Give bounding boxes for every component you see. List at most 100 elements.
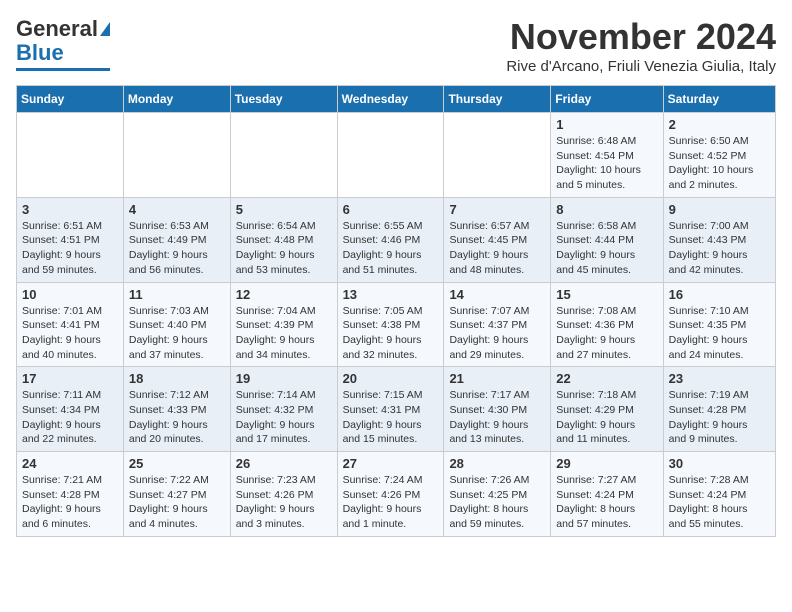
calendar-cell: 8Sunrise: 6:58 AM Sunset: 4:44 PM Daylig… <box>551 197 663 282</box>
title-block: November 2024 Rive d'Arcano, Friuli Vene… <box>506 16 776 75</box>
day-info: Sunrise: 7:27 AM Sunset: 4:24 PM Dayligh… <box>556 473 657 532</box>
calendar-cell <box>444 113 551 198</box>
calendar-cell: 2Sunrise: 6:50 AM Sunset: 4:52 PM Daylig… <box>663 113 775 198</box>
calendar-cell <box>230 113 337 198</box>
calendar-cell <box>17 113 124 198</box>
day-info: Sunrise: 7:17 AM Sunset: 4:30 PM Dayligh… <box>449 388 545 447</box>
day-number: 1 <box>556 117 657 132</box>
calendar-cell: 30 Sunrise: 7:28 AM Sunset: 4:24 PM Dayli… <box>663 452 775 537</box>
day-info: Sunrise: 7:11 AM Sunset: 4:34 PM Dayligh… <box>22 388 118 447</box>
calendar-cell: 13 Sunrise: 7:05 AM Sunset: 4:38 PM Dayli… <box>337 282 444 367</box>
day-info: Sunrise: 7:19 AM Sunset: 4:28 PM Dayligh… <box>669 388 770 447</box>
weekday-header-sunday: Sunday <box>17 86 124 113</box>
day-info: Sunrise: 7:04 AM Sunset: 4:39 PM Dayligh… <box>236 304 332 363</box>
weekday-header-tuesday: Tuesday <box>230 86 337 113</box>
day-info: Sunrise: 7:07 AM Sunset: 4:37 PM Dayligh… <box>449 304 545 363</box>
day-number: 26 <box>236 456 332 471</box>
day-info: Sunrise: 7:08 AM Sunset: 4:36 PM Dayligh… <box>556 304 657 363</box>
weekday-header-row: SundayMondayTuesdayWednesdayThursdayFrid… <box>17 86 776 113</box>
day-number: 13 <box>343 287 439 302</box>
day-number: 29 <box>556 456 657 471</box>
day-info: Sunrise: 7:26 AM Sunset: 4:25 PM Dayligh… <box>449 473 545 532</box>
calendar-cell: 5 Sunrise: 6:54 AM Sunset: 4:48 PM Daylig… <box>230 197 337 282</box>
day-info: Sunrise: 7:03 AM Sunset: 4:40 PM Dayligh… <box>129 304 225 363</box>
calendar-cell <box>337 113 444 198</box>
calendar-cell <box>123 113 230 198</box>
day-info: Sunrise: 6:51 AM Sunset: 4:51 PM Dayligh… <box>22 219 118 278</box>
day-number: 18 <box>129 371 225 386</box>
day-info: Sunrise: 6:53 AM Sunset: 4:49 PM Dayligh… <box>129 219 225 278</box>
day-info: Sunrise: 6:50 AM Sunset: 4:52 PM Dayligh… <box>669 134 770 193</box>
day-number: 14 <box>449 287 545 302</box>
day-info: Sunrise: 7:12 AM Sunset: 4:33 PM Dayligh… <box>129 388 225 447</box>
calendar-cell: 23 Sunrise: 7:19 AM Sunset: 4:28 PM Dayli… <box>663 367 775 452</box>
day-info: Sunrise: 7:14 AM Sunset: 4:32 PM Dayligh… <box>236 388 332 447</box>
day-number: 3 <box>22 202 118 217</box>
calendar-cell: 25Sunrise: 7:22 AM Sunset: 4:27 PM Dayli… <box>123 452 230 537</box>
day-number: 24 <box>22 456 118 471</box>
day-number: 10 <box>22 287 118 302</box>
calendar-cell: 12 Sunrise: 7:04 AM Sunset: 4:39 PM Dayli… <box>230 282 337 367</box>
calendar-cell: 19 Sunrise: 7:14 AM Sunset: 4:32 PM Dayli… <box>230 367 337 452</box>
logo-triangle <box>100 22 110 36</box>
calendar-cell: 3 Sunrise: 6:51 AM Sunset: 4:51 PM Daylig… <box>17 197 124 282</box>
calendar-cell: 15 Sunrise: 7:08 AM Sunset: 4:36 PM Dayli… <box>551 282 663 367</box>
day-number: 5 <box>236 202 332 217</box>
calendar-cell: 24Sunrise: 7:21 AM Sunset: 4:28 PM Dayli… <box>17 452 124 537</box>
calendar-cell: 16 Sunrise: 7:10 AM Sunset: 4:35 PM Dayli… <box>663 282 775 367</box>
location-title: Rive d'Arcano, Friuli Venezia Giulia, It… <box>506 58 776 75</box>
day-info: Sunrise: 7:00 AM Sunset: 4:43 PM Dayligh… <box>669 219 770 278</box>
day-info: Sunrise: 6:54 AM Sunset: 4:48 PM Dayligh… <box>236 219 332 278</box>
day-info: Sunrise: 7:10 AM Sunset: 4:35 PM Dayligh… <box>669 304 770 363</box>
calendar-cell: 6 Sunrise: 6:55 AM Sunset: 4:46 PM Daylig… <box>337 197 444 282</box>
calendar-cell: 28 Sunrise: 7:26 AM Sunset: 4:25 PM Dayli… <box>444 452 551 537</box>
week-row-1: 1 Sunrise: 6:48 AM Sunset: 4:54 PM Daylig… <box>17 113 776 198</box>
week-row-2: 3 Sunrise: 6:51 AM Sunset: 4:51 PM Daylig… <box>17 197 776 282</box>
calendar-cell: 20 Sunrise: 7:15 AM Sunset: 4:31 PM Dayli… <box>337 367 444 452</box>
weekday-header-thursday: Thursday <box>444 86 551 113</box>
day-number: 19 <box>236 371 332 386</box>
calendar-table: SundayMondayTuesdayWednesdayThursdayFrid… <box>16 85 776 537</box>
day-number: 16 <box>669 287 770 302</box>
day-info: Sunrise: 6:55 AM Sunset: 4:46 PM Dayligh… <box>343 219 439 278</box>
week-row-5: 24Sunrise: 7:21 AM Sunset: 4:28 PM Dayli… <box>17 452 776 537</box>
day-number: 15 <box>556 287 657 302</box>
day-info: Sunrise: 6:57 AM Sunset: 4:45 PM Dayligh… <box>449 219 545 278</box>
weekday-header-friday: Friday <box>551 86 663 113</box>
day-number: 6 <box>343 202 439 217</box>
day-info: Sunrise: 7:18 AM Sunset: 4:29 PM Dayligh… <box>556 388 657 447</box>
logo: General Blue <box>16 16 110 71</box>
day-info: Sunrise: 7:05 AM Sunset: 4:38 PM Dayligh… <box>343 304 439 363</box>
week-row-3: 10 Sunrise: 7:01 AM Sunset: 4:41 PM Dayli… <box>17 282 776 367</box>
page-header: General Blue November 2024 Rive d'Arcano… <box>16 16 776 75</box>
day-info: Sunrise: 7:22 AM Sunset: 4:27 PM Dayligh… <box>129 473 225 532</box>
calendar-cell: 18 Sunrise: 7:12 AM Sunset: 4:33 PM Dayli… <box>123 367 230 452</box>
calendar-cell: 1 Sunrise: 6:48 AM Sunset: 4:54 PM Daylig… <box>551 113 663 198</box>
day-number: 23 <box>669 371 770 386</box>
week-row-4: 17 Sunrise: 7:11 AM Sunset: 4:34 PM Dayli… <box>17 367 776 452</box>
day-info: Sunrise: 7:01 AM Sunset: 4:41 PM Dayligh… <box>22 304 118 363</box>
calendar-cell: 4 Sunrise: 6:53 AM Sunset: 4:49 PM Daylig… <box>123 197 230 282</box>
day-number: 17 <box>22 371 118 386</box>
day-info: Sunrise: 6:58 AM Sunset: 4:44 PM Dayligh… <box>556 219 657 278</box>
day-number: 4 <box>129 202 225 217</box>
day-info: Sunrise: 7:28 AM Sunset: 4:24 PM Dayligh… <box>669 473 770 532</box>
logo-line <box>16 68 110 71</box>
day-number: 20 <box>343 371 439 386</box>
day-number: 7 <box>449 202 545 217</box>
day-number: 12 <box>236 287 332 302</box>
day-number: 22 <box>556 371 657 386</box>
calendar-cell: 22 Sunrise: 7:18 AM Sunset: 4:29 PM Dayli… <box>551 367 663 452</box>
calendar-cell: 14 Sunrise: 7:07 AM Sunset: 4:37 PM Dayli… <box>444 282 551 367</box>
logo-blue: Blue <box>16 40 64 66</box>
day-number: 28 <box>449 456 545 471</box>
weekday-header-monday: Monday <box>123 86 230 113</box>
logo-general: General <box>16 16 98 42</box>
day-info: Sunrise: 7:24 AM Sunset: 4:26 PM Dayligh… <box>343 473 439 532</box>
calendar-cell: 11Sunrise: 7:03 AM Sunset: 4:40 PM Dayli… <box>123 282 230 367</box>
day-number: 30 <box>669 456 770 471</box>
day-number: 21 <box>449 371 545 386</box>
day-info: Sunrise: 7:15 AM Sunset: 4:31 PM Dayligh… <box>343 388 439 447</box>
day-info: Sunrise: 6:48 AM Sunset: 4:54 PM Dayligh… <box>556 134 657 193</box>
weekday-header-saturday: Saturday <box>663 86 775 113</box>
